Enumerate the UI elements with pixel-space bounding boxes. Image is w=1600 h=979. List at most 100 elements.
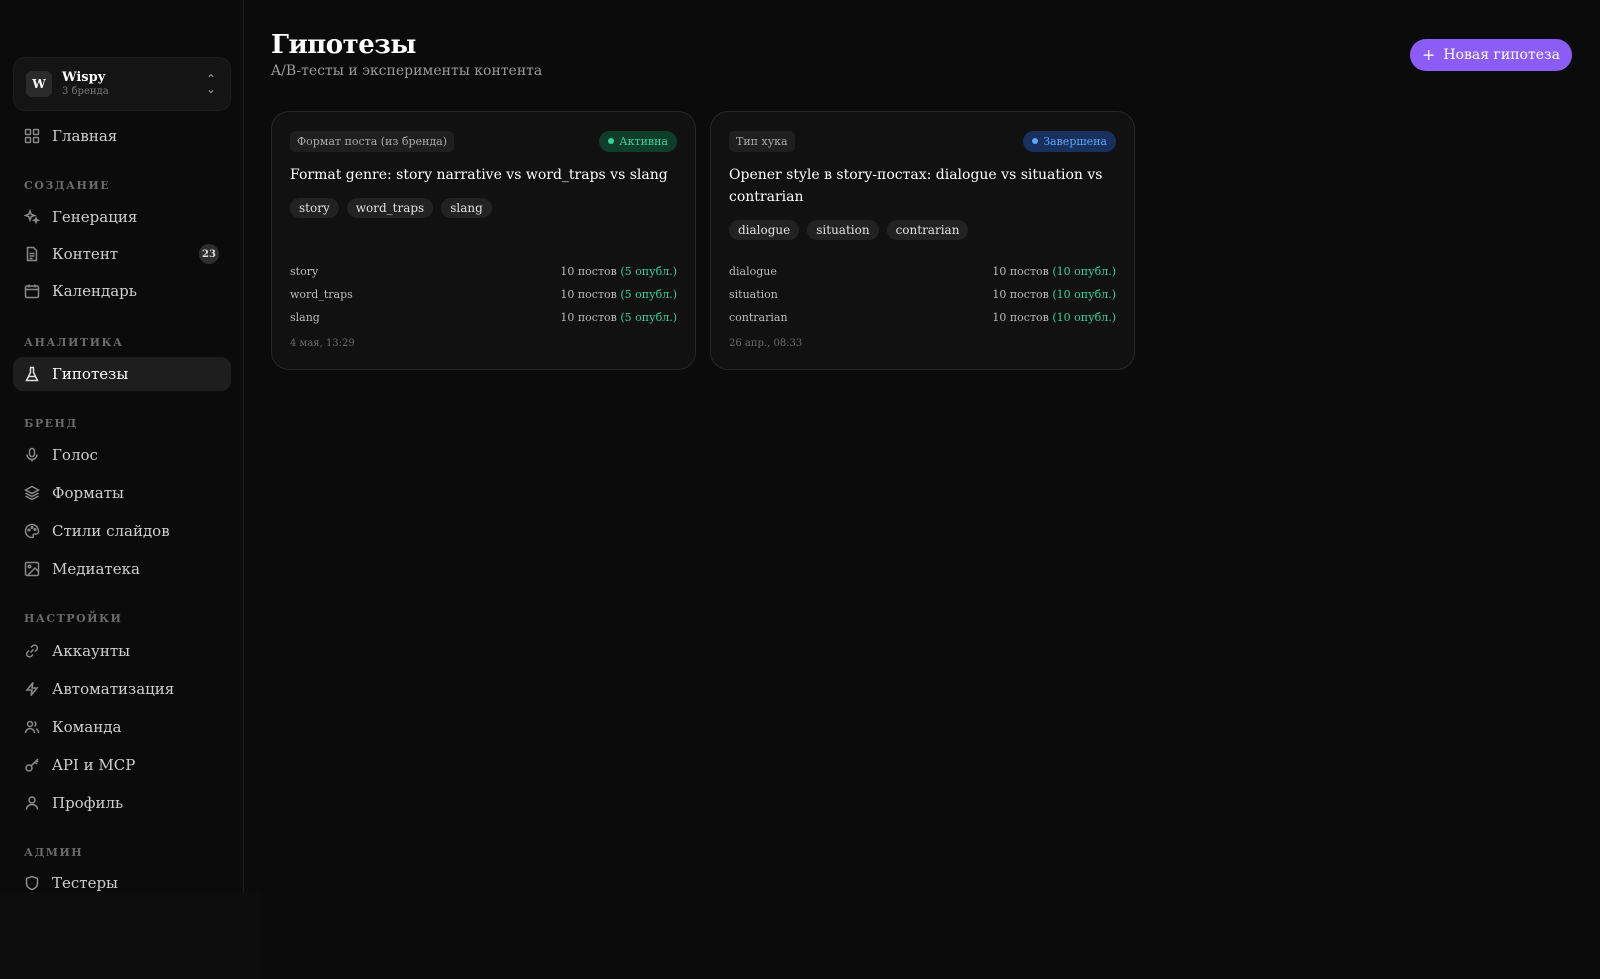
variant-tag: story — [290, 198, 339, 218]
variant-count: 10 постов — [560, 265, 617, 278]
sidebar-item-label: Гипотезы — [52, 365, 129, 383]
page-subtitle: A/B-тесты и эксперименты контента — [271, 63, 543, 79]
sidebar-item-label: Форматы — [52, 484, 124, 502]
variant-row: situation 10 постов (10 опубл.) — [729, 283, 1116, 306]
sidebar-item-hypotheses[interactable]: Гипотезы — [13, 357, 231, 391]
variant-published: (10 опубл.) — [1052, 265, 1116, 278]
sidebar: W Wispy 3 бренда ⌃ ⌄ Главная СОЗДАНИЕ Ген… — [0, 0, 244, 892]
card-title: Format genre: story narrative vs word_tr… — [290, 167, 668, 183]
variant-tag: word_traps — [346, 198, 434, 218]
variant-name: story — [290, 265, 319, 278]
sidebar-item-media-library[interactable]: Медиатека — [13, 552, 231, 586]
sidebar-item-label: Тестеры — [52, 874, 118, 892]
sidebar-item-api-mcp[interactable]: API и MCP — [13, 748, 231, 782]
variant-stat: 10 постов (10 опубл.) — [992, 306, 1116, 329]
variant-name: dialogue — [729, 265, 777, 278]
sidebar-item-automation[interactable]: Автоматизация — [13, 672, 231, 706]
sidebar-item-label: Генерация — [52, 208, 138, 226]
chevron-up-down-icon: ⌃ ⌄ — [205, 72, 217, 96]
sidebar-item-label: Стили слайдов — [52, 522, 170, 540]
variant-published: (10 опубл.) — [1052, 311, 1116, 324]
variant-row: word_traps 10 постов (5 опубл.) — [290, 283, 677, 306]
variant-row: dialogue 10 постов (10 опубл.) — [729, 260, 1116, 283]
variant-count: 10 постов — [992, 311, 1049, 324]
status-text: Завершена — [1043, 134, 1107, 148]
sidebar-item-accounts[interactable]: Аккаунты — [13, 634, 231, 668]
grid-icon — [24, 128, 40, 144]
card-title: Opener style в story-постах: dialogue vs… — [729, 167, 1103, 205]
sidebar-item-profile[interactable]: Профиль — [13, 786, 231, 820]
sidebar-item-label: Аккаунты — [52, 642, 131, 660]
variant-count: 10 постов — [992, 288, 1049, 301]
variant-stat: 10 постов (10 опубл.) — [992, 283, 1116, 306]
card-type-label: Тип хука — [729, 130, 795, 152]
new-hypothesis-button[interactable]: + Новая гипотеза — [1410, 39, 1572, 71]
sidebar-item-content[interactable]: Контент 23 — [13, 237, 231, 271]
sidebar-item-team[interactable]: Команда — [13, 710, 231, 744]
section-label-create: СОЗДАНИЕ — [24, 179, 111, 192]
image-icon — [24, 561, 40, 577]
sidebar-item-formats[interactable]: Форматы — [13, 476, 231, 510]
sparkles-icon — [24, 209, 40, 225]
variant-row: story 10 постов (5 опубл.) — [290, 260, 677, 283]
sidebar-item-voice[interactable]: Голос — [13, 438, 231, 472]
users-icon — [24, 719, 40, 735]
sidebar-item-label: Голос — [52, 446, 98, 464]
variant-count: 10 постов — [560, 288, 617, 301]
brand-subtitle: 3 бренда — [62, 86, 109, 97]
brand-switcher[interactable]: W Wispy 3 бренда ⌃ ⌄ — [13, 57, 231, 111]
page-title: Гипотезы — [271, 30, 416, 60]
sidebar-item-label: Команда — [52, 718, 122, 736]
variant-tags: dialogue situation contrarian — [729, 220, 1116, 240]
card-type-label: Формат поста (из бренда) — [290, 130, 454, 152]
hypothesis-card[interactable]: Формат поста (из бренда) Активна Format … — [271, 111, 696, 370]
variant-published: (5 опубл.) — [620, 288, 677, 301]
sidebar-item-label: Календарь — [52, 282, 137, 300]
main-content: Гипотезы A/B-тесты и эксперименты контен… — [244, 0, 1600, 979]
variant-tag: contrarian — [886, 220, 969, 240]
section-label-analytics: АНАЛИТИКА — [24, 336, 124, 349]
variant-published: (5 опубл.) — [620, 311, 677, 324]
layers-icon — [24, 485, 40, 501]
variant-stats: dialogue 10 постов (10 опубл.) situation… — [729, 260, 1116, 329]
variant-name: situation — [729, 288, 778, 301]
new-hypothesis-label: Новая гипотеза — [1443, 47, 1560, 63]
section-label-brand: БРЕНД — [24, 417, 78, 430]
shield-icon — [24, 875, 40, 891]
variant-published: (5 опубл.) — [620, 265, 677, 278]
user-icon — [24, 795, 40, 811]
brand-text: Wispy 3 бренда — [62, 70, 204, 98]
card-header: Тип хука Завершена — [729, 130, 1116, 152]
palette-icon — [24, 523, 40, 539]
variant-row: contrarian 10 постов (10 опубл.) — [729, 306, 1116, 329]
sidebar-item-home[interactable]: Главная — [13, 119, 231, 153]
microphone-icon — [24, 447, 40, 463]
hypothesis-card[interactable]: Тип хука Завершена Opener style в story-… — [710, 111, 1135, 370]
section-label-settings: НАСТРОЙКИ — [24, 612, 123, 625]
variant-tag: dialogue — [729, 220, 800, 240]
variant-published: (10 опубл.) — [1052, 288, 1116, 301]
sidebar-item-slide-styles[interactable]: Стили слайдов — [13, 514, 231, 548]
status-text: Активна — [619, 134, 668, 148]
status-dot-icon — [608, 138, 615, 144]
variant-row: slang 10 постов (5 опубл.) — [290, 306, 677, 329]
variant-stat: 10 постов (5 опубл.) — [560, 260, 677, 283]
content-count-badge: 23 — [199, 244, 219, 264]
card-date: 4 мая, 13:29 — [290, 338, 355, 349]
status-badge: Активна — [599, 130, 677, 152]
variant-name: slang — [290, 311, 320, 324]
variant-stat: 10 постов (5 опубл.) — [560, 306, 677, 329]
variant-name: word_traps — [290, 288, 353, 301]
sidebar-footer — [0, 892, 262, 979]
sidebar-item-generation[interactable]: Генерация — [13, 200, 231, 234]
plus-icon: + — [1422, 45, 1436, 64]
sidebar-item-label: Профиль — [52, 794, 124, 812]
variant-stat: 10 постов (5 опубл.) — [560, 283, 677, 306]
status-badge: Завершена — [1023, 130, 1116, 152]
link-icon — [24, 643, 40, 659]
card-header: Формат поста (из бренда) Активна — [290, 130, 677, 152]
sidebar-item-label: Контент — [52, 245, 119, 263]
sidebar-item-calendar[interactable]: Календарь — [13, 274, 231, 308]
key-icon — [24, 757, 40, 773]
brand-name: Wispy — [62, 70, 106, 85]
